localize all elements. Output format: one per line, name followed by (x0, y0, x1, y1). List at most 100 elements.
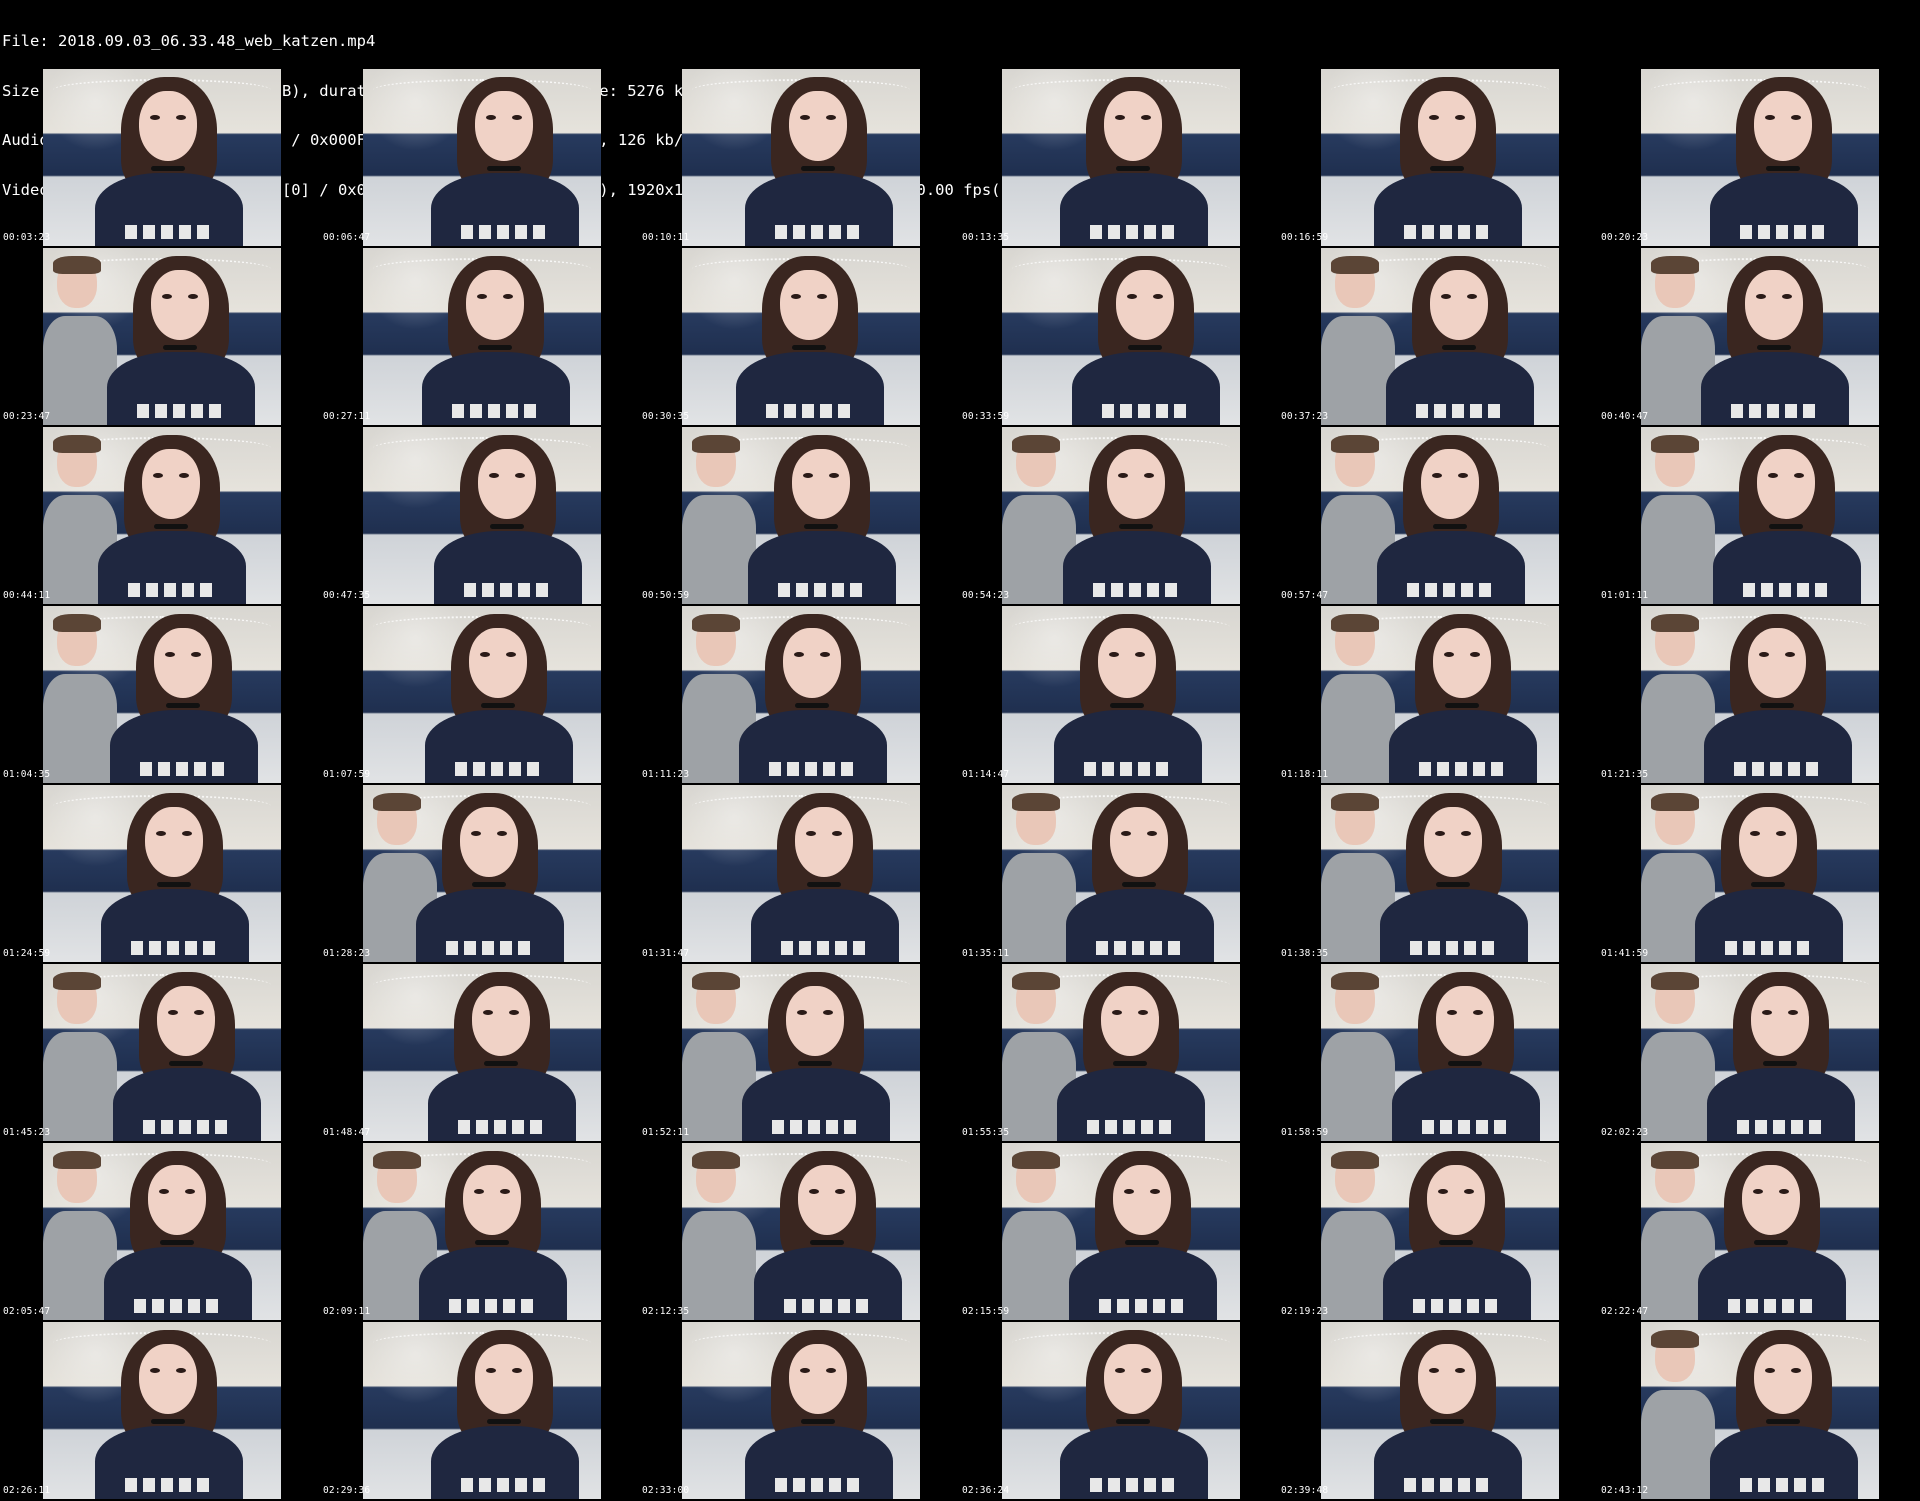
person-figure (1002, 964, 1233, 1141)
video-frame-thumbnail (1641, 1143, 1879, 1320)
thumbnail-cell: 00:50:59 (639, 426, 958, 604)
frame-timestamp: 01:52:11 (642, 1127, 690, 1138)
person-figure (366, 964, 601, 1141)
video-frame-thumbnail (1641, 427, 1879, 604)
frame-timestamp: 00:27:11 (323, 411, 371, 422)
video-frame-thumbnail (1002, 606, 1240, 783)
video-frame-thumbnail (682, 248, 920, 425)
frame-timestamp: 02:02:23 (1601, 1127, 1649, 1138)
video-frame-thumbnail (43, 964, 281, 1141)
person-figure (1321, 1143, 1559, 1320)
person-figure (1321, 785, 1556, 962)
video-frame-thumbnail (43, 248, 281, 425)
person-figure (1004, 785, 1240, 962)
frame-timestamp: 00:57:47 (1281, 590, 1329, 601)
frame-timestamp: 01:18:11 (1281, 769, 1329, 780)
person-figure (1641, 785, 1871, 962)
thumbnail-cell: 02:15:59 (959, 1142, 1278, 1320)
person-figure (363, 606, 601, 783)
frame-timestamp: 02:39:48 (1281, 1485, 1329, 1496)
video-frame-thumbnail (1002, 1143, 1240, 1320)
thumbnail-cell: 01:58:59 (1278, 963, 1597, 1141)
person-figure (1645, 964, 1879, 1141)
person-figure (682, 606, 915, 783)
thumbnail-cell: 00:30:35 (639, 247, 958, 425)
person-figure (682, 964, 918, 1141)
video-frame-thumbnail (1641, 606, 1879, 783)
person-figure (1641, 1143, 1874, 1320)
frame-timestamp: 01:41:59 (1601, 948, 1649, 959)
person-figure (369, 1322, 601, 1499)
frame-timestamp: 00:44:11 (3, 590, 51, 601)
video-frame-thumbnail (1641, 964, 1879, 1141)
frame-timestamp: 01:21:35 (1601, 769, 1649, 780)
frame-timestamp: 00:54:23 (962, 590, 1010, 601)
person-figure (1002, 1322, 1236, 1499)
frame-timestamp: 02:26:11 (3, 1485, 51, 1496)
frame-timestamp: 00:33:59 (962, 411, 1010, 422)
frame-timestamp: 00:20:23 (1601, 232, 1649, 243)
video-frame-thumbnail (43, 606, 281, 783)
frame-timestamp: 02:09:11 (323, 1306, 371, 1317)
thumbnail-cell: 02:12:35 (639, 1142, 958, 1320)
frame-timestamp: 00:40:47 (1601, 411, 1649, 422)
thumbnail-cell: 00:40:47 (1598, 247, 1917, 425)
video-frame-thumbnail (1321, 1143, 1559, 1320)
person-figure (1002, 427, 1239, 604)
thumbnail-cell: 02:29:36 (320, 1321, 639, 1499)
file-name-line: File: 2018.09.03_06.33.48_web_katzen.mp4 (2, 32, 376, 50)
thumbnail-cell: 01:11:23 (639, 605, 958, 783)
video-frame-thumbnail (43, 1322, 281, 1499)
thumbnail-cell: 00:44:11 (0, 426, 319, 604)
thumbnail-cell: 01:28:23 (320, 784, 639, 962)
thumbnail-cell: 02:22:47 (1598, 1142, 1917, 1320)
person-figure (51, 964, 281, 1141)
thumbnail-cell: 01:45:23 (0, 963, 319, 1141)
person-figure (43, 785, 277, 962)
thumbnail-cell: 00:33:59 (959, 247, 1278, 425)
thumbnail-cell: 01:24:59 (0, 784, 319, 962)
video-frame-thumbnail (363, 248, 601, 425)
video-frame-thumbnail (1321, 427, 1559, 604)
frame-timestamp: 01:48:47 (323, 1127, 371, 1138)
video-frame-thumbnail (363, 606, 601, 783)
thumbnail-cell: 00:54:23 (959, 426, 1278, 604)
video-frame-thumbnail (1321, 1322, 1559, 1499)
frame-timestamp: 01:24:59 (3, 948, 51, 959)
thumbnail-cell: 00:57:47 (1278, 426, 1597, 604)
frame-timestamp: 02:36:24 (962, 1485, 1010, 1496)
person-figure (1010, 248, 1240, 425)
video-frame-thumbnail (682, 964, 920, 1141)
video-frame-thumbnail (682, 785, 920, 962)
person-figure (372, 427, 601, 604)
thumbnail-cell: 01:35:11 (959, 784, 1278, 962)
video-frame-thumbnail (43, 785, 281, 962)
thumbnail-cell: 02:39:48 (1278, 1321, 1597, 1499)
frame-timestamp: 01:11:23 (642, 769, 690, 780)
thumbnail-cell: 01:18:11 (1278, 605, 1597, 783)
person-figure (363, 1143, 595, 1320)
person-figure (683, 69, 920, 246)
frame-timestamp: 00:23:47 (3, 411, 51, 422)
video-frame-thumbnail (43, 1143, 281, 1320)
video-frame-thumbnail (363, 964, 601, 1141)
thumbnail-cell: 01:04:35 (0, 605, 319, 783)
person-figure (1002, 69, 1236, 246)
video-frame-thumbnail (682, 1143, 920, 1320)
person-figure (682, 248, 912, 425)
video-frame-thumbnail (1321, 69, 1559, 246)
thumbnail-cell: 02:05:47 (0, 1142, 319, 1320)
thumbnail-cell: 01:07:59 (320, 605, 639, 783)
thumbnail-cell: 02:43:12 (1598, 1321, 1917, 1499)
frame-timestamp: 02:29:36 (323, 1485, 371, 1496)
video-frame-thumbnail (682, 427, 920, 604)
frame-timestamp: 01:38:35 (1281, 948, 1329, 959)
thumbnail-cell: 02:02:23 (1598, 963, 1917, 1141)
person-figure (43, 427, 274, 604)
thumbnail-cell: 01:52:11 (639, 963, 958, 1141)
thumbnail-cell: 00:20:23 (1598, 68, 1917, 246)
video-frame-thumbnail (1321, 964, 1559, 1141)
thumbnail-cell: 01:21:35 (1598, 605, 1917, 783)
person-figure (1330, 964, 1559, 1141)
frame-timestamp: 02:22:47 (1601, 1306, 1649, 1317)
